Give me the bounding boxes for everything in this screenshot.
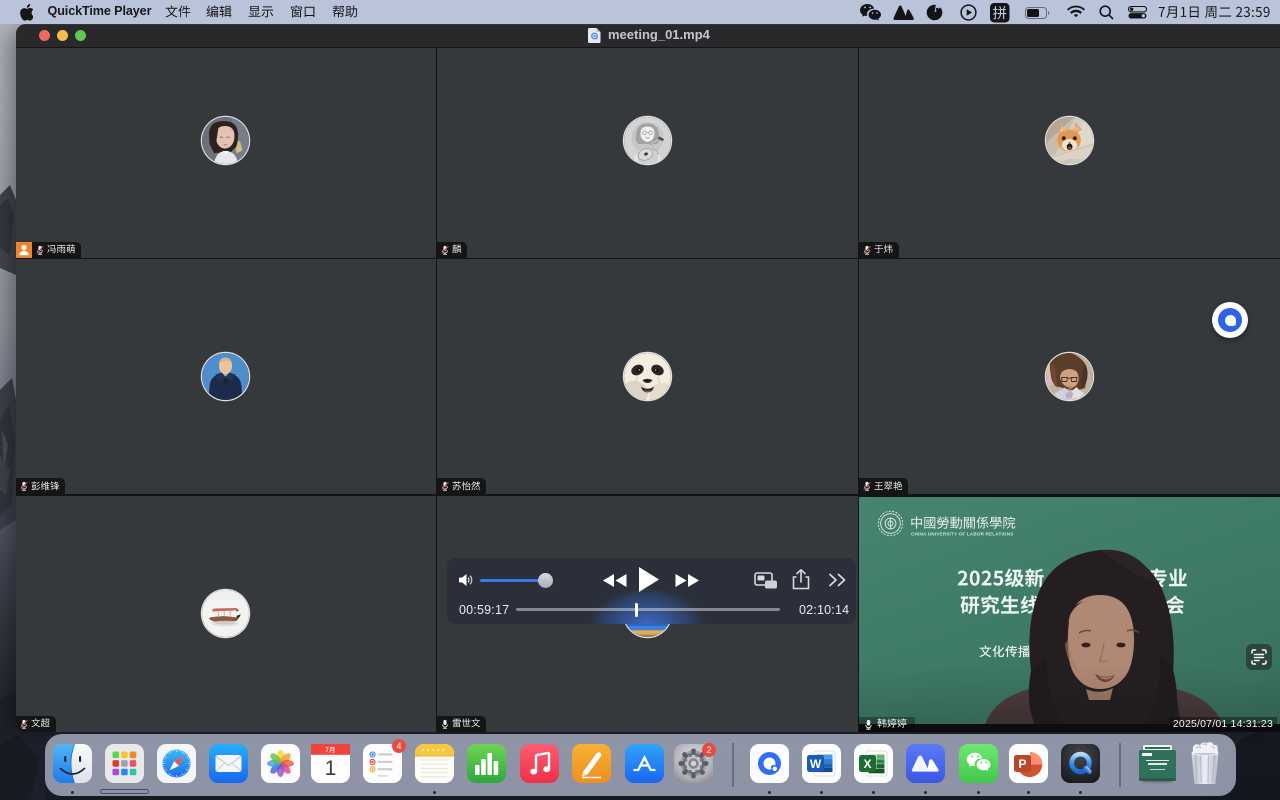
- svg-text:X: X: [864, 757, 872, 771]
- svg-text:1: 1: [325, 757, 337, 780]
- svg-text:P: P: [1018, 757, 1026, 771]
- svg-text:W: W: [810, 757, 822, 771]
